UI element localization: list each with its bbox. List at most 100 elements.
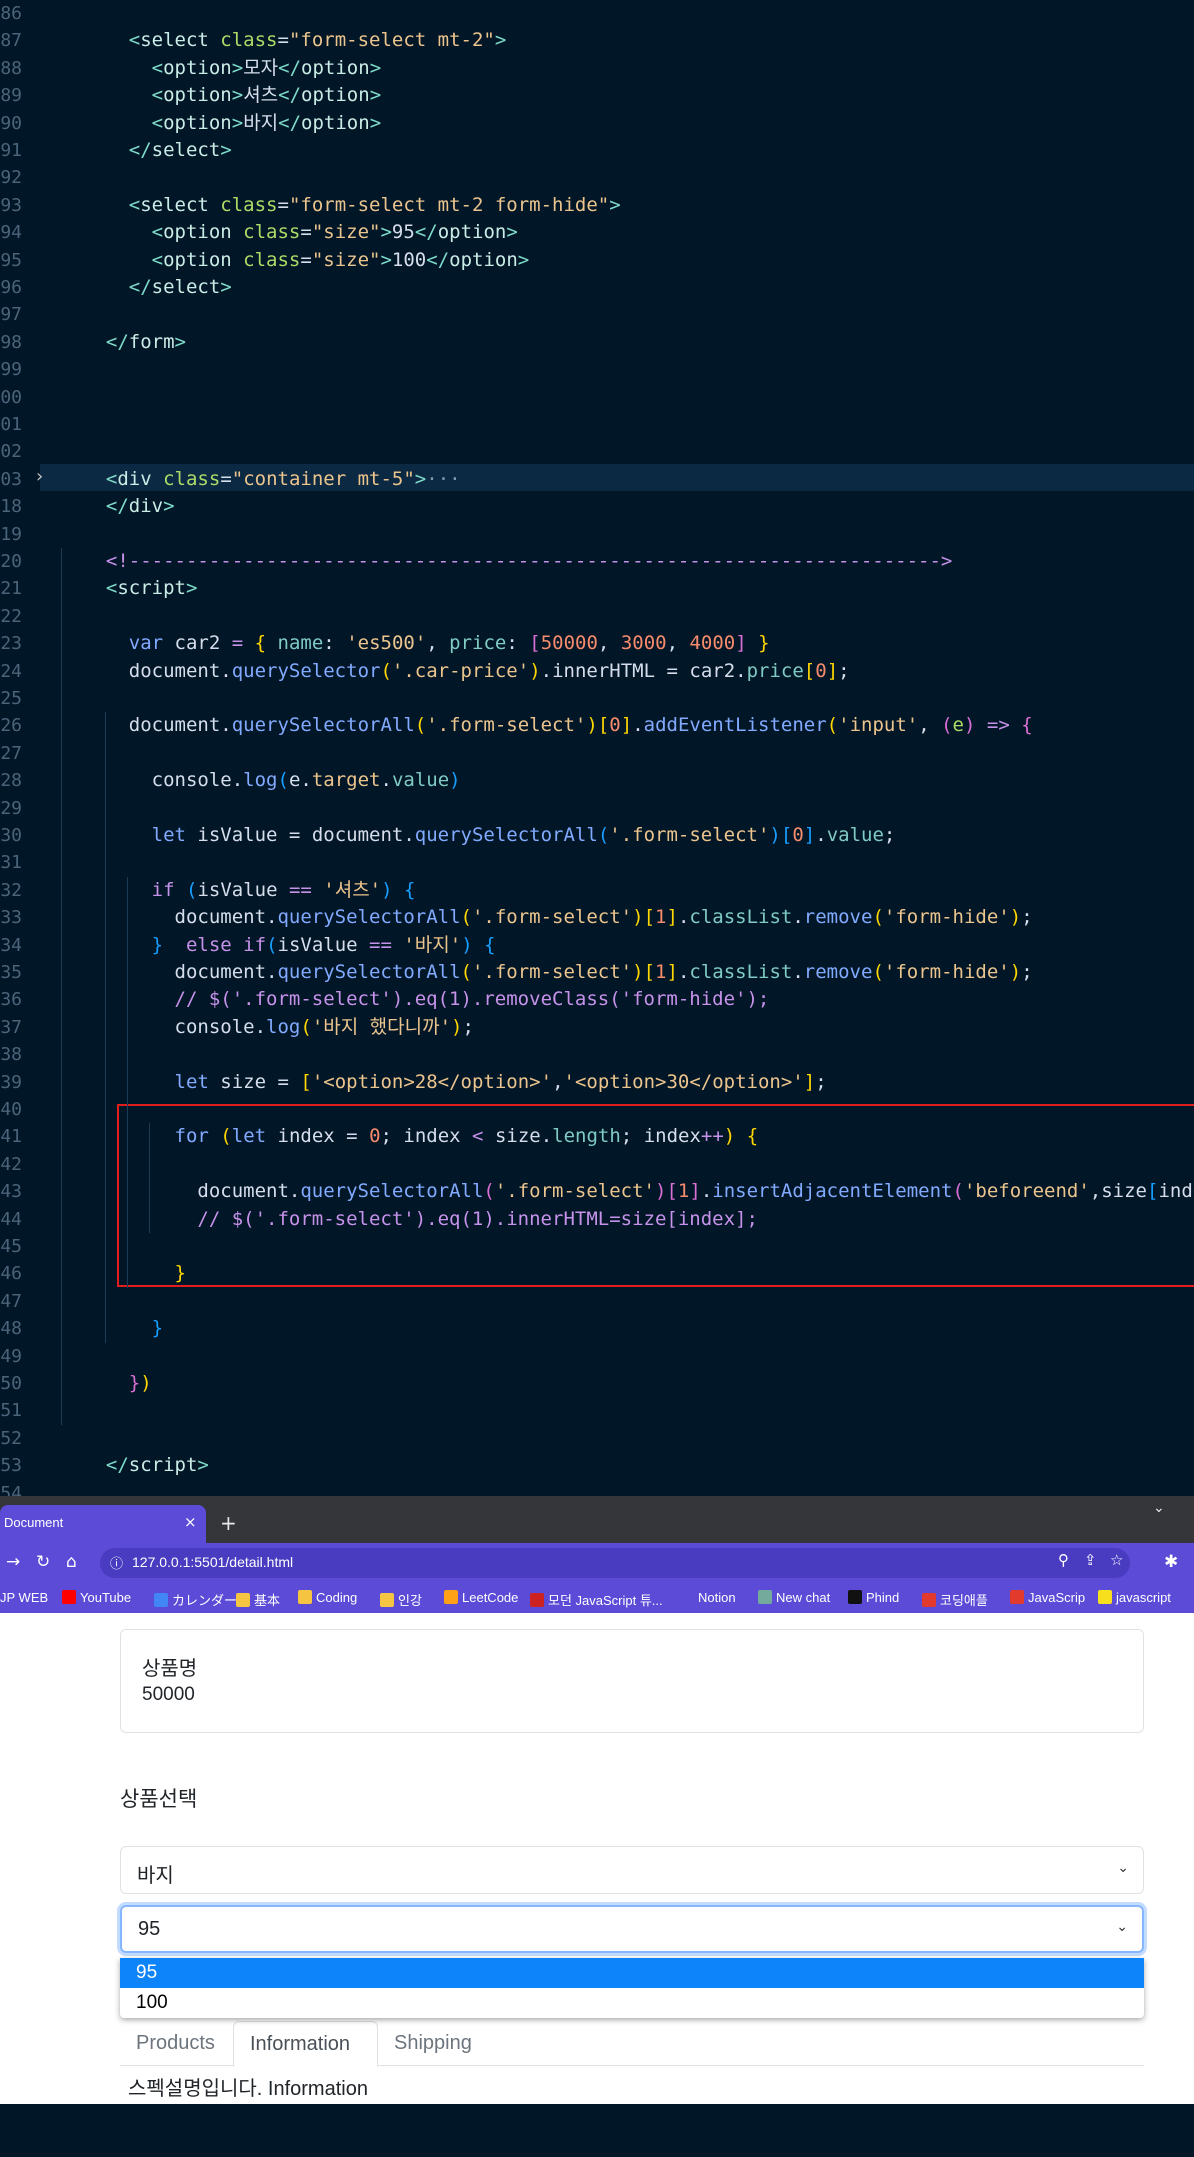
code-line: 26 document.querySelectorAll('.form-sele… (0, 712, 1194, 739)
bookmark-item[interactable]: 基本 (236, 1590, 280, 1609)
code-line: 31 (0, 849, 1194, 876)
bookmark-item[interactable]: JP WEB (0, 1590, 48, 1605)
extensions-icon[interactable]: ✱ (1164, 1552, 1178, 1572)
address-bar[interactable]: ⓘ 127.0.0.1:5501/detail.html ⚲ ⇪ ☆ (100, 1548, 1130, 1578)
code-text: </script> (105, 1454, 209, 1477)
code-line: 37 console.log('바지 했다니까'); (0, 1014, 1194, 1041)
line-number: 95 (0, 249, 22, 271)
tab-shipping[interactable]: Shipping (378, 2021, 488, 2065)
site-info-icon[interactable]: ⓘ (110, 1553, 123, 1572)
reload-icon[interactable]: ↻ (36, 1552, 50, 1572)
bookmark-item[interactable]: New chat (758, 1590, 830, 1605)
line-number: 99 (0, 359, 22, 381)
line-number: 18 (0, 496, 22, 518)
line-number: 31 (0, 852, 22, 874)
code-text: // $('.form-select').eq(1).removeClass('… (174, 988, 770, 1011)
bottom-bar (0, 2104, 1194, 2157)
new-tab-button[interactable]: + (220, 1511, 237, 1535)
zoom-icon[interactable]: ⚲ (1058, 1551, 1069, 1569)
size-select[interactable]: 95 ⌄ (120, 1905, 1144, 1953)
code-text: <option class="size">100</option> (151, 248, 530, 271)
line-number: 97 (0, 304, 22, 326)
line-number: 52 (0, 1427, 22, 1449)
code-text: var car2 = { name: 'es500', price: [5000… (128, 632, 770, 655)
tab-information[interactable]: Information (233, 2021, 378, 2067)
code-line: 28 console.log(e.target.value) (0, 767, 1194, 794)
tab-search-icon[interactable]: ⌄ (1153, 1500, 1165, 1516)
code-line: 32 if (isValue == '셔츠') { (0, 877, 1194, 904)
code-line: 02 (0, 438, 1194, 465)
product-select[interactable]: 바지 ⌄ (120, 1846, 1144, 1894)
bookmark-item[interactable]: YouTube (62, 1590, 131, 1605)
tab-label: Information (250, 2033, 351, 2055)
bookmark-item[interactable]: Notion (680, 1590, 736, 1605)
line-number: 30 (0, 825, 22, 846)
line-number: 00 (0, 386, 22, 408)
browser-tab[interactable]: Document × (0, 1505, 206, 1543)
code-line: 27 (0, 740, 1194, 767)
code-text: </div> (105, 495, 175, 518)
line-number: 87 (0, 30, 22, 52)
size-select-value: 95 (138, 1918, 161, 1940)
line-number: 98 (0, 331, 22, 353)
bookmark-favicon-icon (444, 1590, 458, 1604)
bookmark-favicon-icon (680, 1590, 694, 1604)
bookmark-item[interactable]: LeetCode (444, 1590, 518, 1605)
line-number: 45 (0, 1236, 22, 1257)
home-icon[interactable]: ⌂ (66, 1552, 77, 1572)
bookmark-label: カレンダー (172, 1593, 238, 1608)
code-line: 98 </form> (0, 329, 1194, 356)
line-number: 25 (0, 688, 22, 709)
code-text: </select> (128, 139, 232, 161)
code-text: document.querySelectorAll('.form-select'… (174, 906, 1033, 929)
code-editor[interactable]: › 86 87 <select class="form-select mt-2">… (0, 0, 1194, 1496)
line-number: 19 (0, 523, 22, 545)
line-number: 93 (0, 194, 22, 216)
code-text: console.log('바지 했다니까'); (174, 1015, 474, 1038)
line-number: 49 (0, 1345, 22, 1367)
bookmark-star-icon[interactable]: ☆ (1110, 1551, 1123, 1569)
bookmark-item[interactable]: 모던 JavaScript 튜... (530, 1590, 663, 1609)
bookmark-label: JP WEB (0, 1590, 49, 1605)
code-line: 25 (0, 685, 1194, 712)
tab-title: Document (4, 1515, 64, 1530)
bookmark-item[interactable]: Coding (298, 1590, 357, 1605)
bookmark-label: javascript (1116, 1590, 1171, 1605)
product-select-value: 바지 (137, 1865, 174, 1887)
code-text: let size = ['<option>28</option>','<opti… (174, 1070, 827, 1093)
line-number: 54 (0, 1482, 22, 1496)
code-line: 19 (0, 521, 1194, 548)
code-text: <!--------------------------------------… (105, 550, 953, 572)
tab-label: Shipping (394, 2032, 472, 2054)
bookmark-item[interactable]: カレンダー (154, 1590, 237, 1609)
code-line: 54 (0, 1480, 1194, 1496)
forward-icon[interactable]: → (6, 1552, 20, 1572)
bookmark-item[interactable]: JavaScrip (1010, 1590, 1085, 1605)
bookmark-favicon-icon (380, 1593, 394, 1607)
bookmark-item[interactable]: Phind (848, 1590, 899, 1605)
code-text: <div class="container mt-5">··· (105, 467, 461, 490)
line-number: 03 (0, 468, 22, 490)
bookmark-label: 모던 JavaScript 튜... (548, 1593, 663, 1608)
dropdown-option[interactable]: 95 (120, 1958, 1144, 1988)
code-line: 36 // $('.form-select').eq(1).removeClas… (0, 986, 1194, 1013)
line-number: 20 (0, 551, 22, 572)
code-text: <option>모자</option> (151, 56, 382, 79)
bookmark-favicon-icon (236, 1593, 250, 1607)
tab-products[interactable]: Products (120, 2021, 230, 2065)
bookmark-label: JavaScrip (1028, 1590, 1086, 1605)
share-icon[interactable]: ⇪ (1084, 1551, 1097, 1569)
bookmark-item[interactable]: 인강 (380, 1590, 422, 1609)
code-line: 96 </select> (0, 274, 1194, 301)
line-number: 39 (0, 1071, 22, 1093)
bookmark-item[interactable]: javascript (1098, 1590, 1171, 1605)
line-number: 92 (0, 167, 22, 189)
code-line: 93 <select class="form-select mt-2 form-… (0, 192, 1194, 219)
bookmark-item[interactable]: 코딩애플 (922, 1590, 988, 1609)
code-line: 92 (0, 164, 1194, 191)
browser-window: Document × + ⌄ → ↻ ⌂ ⓘ 127.0.0.1:5501/de… (0, 1496, 1194, 2104)
red-annotation-box (117, 1104, 1194, 1287)
code-text: </form> (105, 330, 186, 353)
close-icon[interactable]: × (184, 1513, 197, 1531)
dropdown-option[interactable]: 100 (120, 1988, 1144, 2018)
